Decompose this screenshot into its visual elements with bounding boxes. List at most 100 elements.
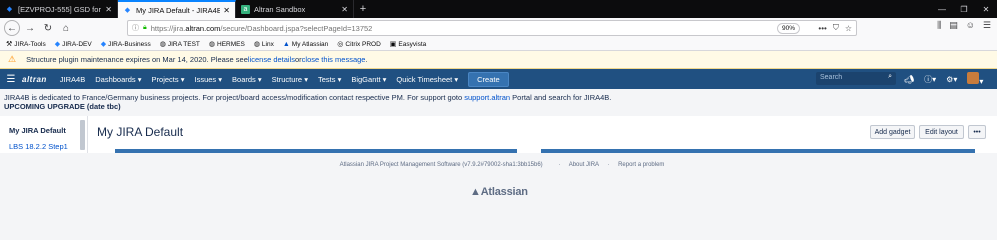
altran-logo[interactable]: altran bbox=[22, 75, 47, 84]
browser-toolbar: ← → ↻ ⌂ ⓘ 🔒︎ https://jira. altran.com/sec… bbox=[0, 18, 997, 38]
minimize-icon[interactable]: — bbox=[931, 0, 953, 18]
menu-structure[interactable]: Structure ▾ bbox=[272, 75, 308, 84]
globe-icon: ◍ bbox=[159, 41, 166, 48]
citrix-icon: ◎ bbox=[337, 41, 344, 48]
menu-boards[interactable]: Boards ▾ bbox=[232, 75, 262, 84]
search-input[interactable]: Search ⌕ bbox=[816, 72, 896, 85]
menu-issues[interactable]: Issues ▾ bbox=[195, 75, 223, 84]
bookmark-jira-tools[interactable]: ⚒ JIRA-Tools bbox=[6, 40, 46, 49]
caret-down-icon: ▾ bbox=[454, 74, 459, 84]
bookmark-hermes[interactable]: ◍ HERMES bbox=[208, 40, 245, 49]
jira-diamond-icon: ◆ bbox=[6, 6, 13, 13]
megaphone-icon[interactable]: 📣︎ bbox=[904, 75, 914, 84]
announcement-text-after: Portal and search for JIRA4B. bbox=[510, 93, 612, 102]
close-tab-icon[interactable]: ✕ bbox=[105, 5, 112, 14]
easyvista-icon: ▣ bbox=[389, 41, 397, 48]
menu-jira4b[interactable]: JIRA4B bbox=[60, 75, 85, 84]
sandbox-icon: a bbox=[241, 4, 250, 14]
zoom-badge[interactable]: 90% bbox=[776, 23, 800, 34]
bookmark-star-icon[interactable]: ☆ bbox=[845, 24, 852, 33]
bookmark-jira-test[interactable]: ◍ JIRA TEST bbox=[159, 40, 200, 49]
banner-text-after: . bbox=[365, 55, 368, 64]
banner-text-mid: or bbox=[295, 55, 302, 64]
menu-label: Boards bbox=[232, 74, 256, 84]
back-button[interactable]: ← bbox=[4, 20, 20, 36]
account-icon[interactable]: ☺ bbox=[966, 20, 975, 31]
bookmark-jira-business[interactable]: ◆ JIRA-Business bbox=[100, 40, 151, 49]
menu-label: Dashboards bbox=[95, 74, 136, 84]
jira-diamond-icon: ◆ bbox=[100, 41, 107, 48]
menu-quick-timesheet[interactable]: Quick Timesheet ▾ bbox=[396, 75, 458, 84]
upgrade-notice: UPCOMING UPGRADE (date tbc) bbox=[4, 102, 121, 111]
sidebar-toggle-icon[interactable]: ▤ bbox=[949, 20, 958, 31]
caret-down-icon: ▾ bbox=[180, 74, 185, 84]
menu-dashboards[interactable]: Dashboards ▾ bbox=[95, 75, 141, 84]
search-icon: ⌕ bbox=[888, 73, 892, 80]
menu-biggantt[interactable]: BigGantt ▾ bbox=[351, 75, 386, 84]
lock-icon: 🔒︎ bbox=[143, 24, 147, 31]
settings-gear-icon[interactable]: ⚙▾ bbox=[946, 75, 957, 84]
url-prefix: https://jira. bbox=[150, 23, 186, 33]
support-link[interactable]: support.altran bbox=[464, 93, 510, 102]
close-message-link[interactable]: close this message bbox=[302, 55, 366, 64]
gadget-header-right bbox=[541, 149, 975, 153]
menu-icon[interactable]: ☰ bbox=[983, 20, 991, 31]
menu-label: Projects bbox=[151, 74, 179, 84]
browser-tab-my-jira-default[interactable]: ◆ My JIRA Default - JIRA4B ✕ bbox=[118, 0, 236, 18]
more-actions-button[interactable]: ••• bbox=[968, 125, 986, 139]
globe-icon: ◍ bbox=[208, 41, 215, 48]
bookmark-easyvista[interactable]: ▣ Easyvista bbox=[389, 40, 426, 49]
help-icon[interactable]: ⓘ▾ bbox=[924, 74, 936, 85]
edit-layout-button[interactable]: Edit layout bbox=[919, 125, 964, 139]
banner-text-before: Structure plugin maintenance expires on … bbox=[26, 55, 248, 64]
menu-tests[interactable]: Tests ▾ bbox=[318, 75, 341, 84]
create-button[interactable]: Create bbox=[468, 71, 509, 87]
current-dashboard-item[interactable]: My JIRA Default bbox=[9, 126, 66, 135]
close-window-icon[interactable]: ✕ bbox=[975, 0, 997, 18]
tab-title: [EZVPROJ-555] GSD for India - bbox=[18, 4, 102, 14]
menu-projects[interactable]: Projects ▾ bbox=[152, 75, 185, 84]
bookmark-my-atlassian[interactable]: ▲ My Atlassian bbox=[283, 41, 328, 48]
atlassian-logo[interactable]: ▲Atlassian bbox=[470, 186, 528, 198]
menu-label: Tests bbox=[317, 74, 336, 84]
caret-down-icon: ▾ bbox=[137, 74, 142, 84]
home-button[interactable]: ⌂ bbox=[58, 20, 74, 36]
bookmark-citrix-prod[interactable]: ◎ Citrix PROD bbox=[337, 40, 381, 49]
bookmark-label: JIRA TEST bbox=[167, 40, 200, 48]
pocket-icon[interactable]: ⛉ bbox=[833, 23, 839, 33]
dashboard-link-lbs[interactable]: LBS 18.2.2 Step1 bbox=[9, 142, 68, 151]
new-tab-button[interactable]: + bbox=[354, 0, 372, 18]
reload-button[interactable]: ↻ bbox=[40, 20, 56, 36]
sidebar-scrollbar[interactable] bbox=[80, 120, 85, 150]
browser-tab-altran-sandbox[interactable]: a Altran Sandbox ✕ bbox=[236, 0, 354, 18]
search-placeholder: Search bbox=[820, 74, 843, 81]
avatar bbox=[967, 72, 980, 84]
jira-diamond-icon: ◆ bbox=[124, 7, 131, 14]
info-icon[interactable]: ⓘ bbox=[132, 23, 139, 33]
gadget-header-left bbox=[115, 149, 517, 153]
page-actions-icon[interactable]: ••• bbox=[818, 24, 826, 33]
user-avatar[interactable]: ▾ bbox=[967, 72, 983, 86]
close-tab-icon[interactable]: ✕ bbox=[341, 5, 348, 14]
window-controls: — ❐ ✕ bbox=[931, 0, 997, 18]
close-tab-icon[interactable]: ✕ bbox=[223, 6, 230, 15]
announcement-text: JIRA4B is dedicated to France/Germany bu… bbox=[4, 93, 611, 111]
footer-software-text: Atlassian JIRA Project Management Softwa… bbox=[339, 162, 543, 168]
app-switcher-icon[interactable]: ☰ bbox=[0, 74, 22, 85]
restore-icon[interactable]: ❐ bbox=[953, 0, 975, 18]
add-gadget-button[interactable]: Add gadget bbox=[870, 125, 915, 139]
bookmark-linx[interactable]: ◍ Linx bbox=[254, 40, 274, 49]
warning-icon: ⚠ bbox=[8, 54, 17, 64]
atlassian-mark-icon: ▲ bbox=[470, 186, 481, 198]
footer: Atlassian JIRA Project Management Softwa… bbox=[0, 162, 997, 168]
footer-separator: · bbox=[558, 162, 561, 168]
license-details-link[interactable]: license details bbox=[248, 55, 295, 64]
report-problem-link[interactable]: Report a problem bbox=[618, 162, 664, 168]
about-jira-link[interactable]: About JIRA bbox=[569, 162, 599, 168]
browser-tab-ezvproj[interactable]: ◆ [EZVPROJ-555] GSD for India - ✕ bbox=[0, 0, 118, 18]
library-icon[interactable]: ⫼ bbox=[937, 20, 941, 31]
caret-down-icon: ▾ bbox=[304, 74, 308, 84]
bookmark-jira-dev[interactable]: ◆ JIRA-DEV bbox=[55, 40, 92, 49]
forward-button[interactable]: → bbox=[22, 20, 38, 36]
url-bar[interactable]: ⓘ 🔒︎ https://jira. altran.com/secure/Dash… bbox=[127, 20, 857, 36]
